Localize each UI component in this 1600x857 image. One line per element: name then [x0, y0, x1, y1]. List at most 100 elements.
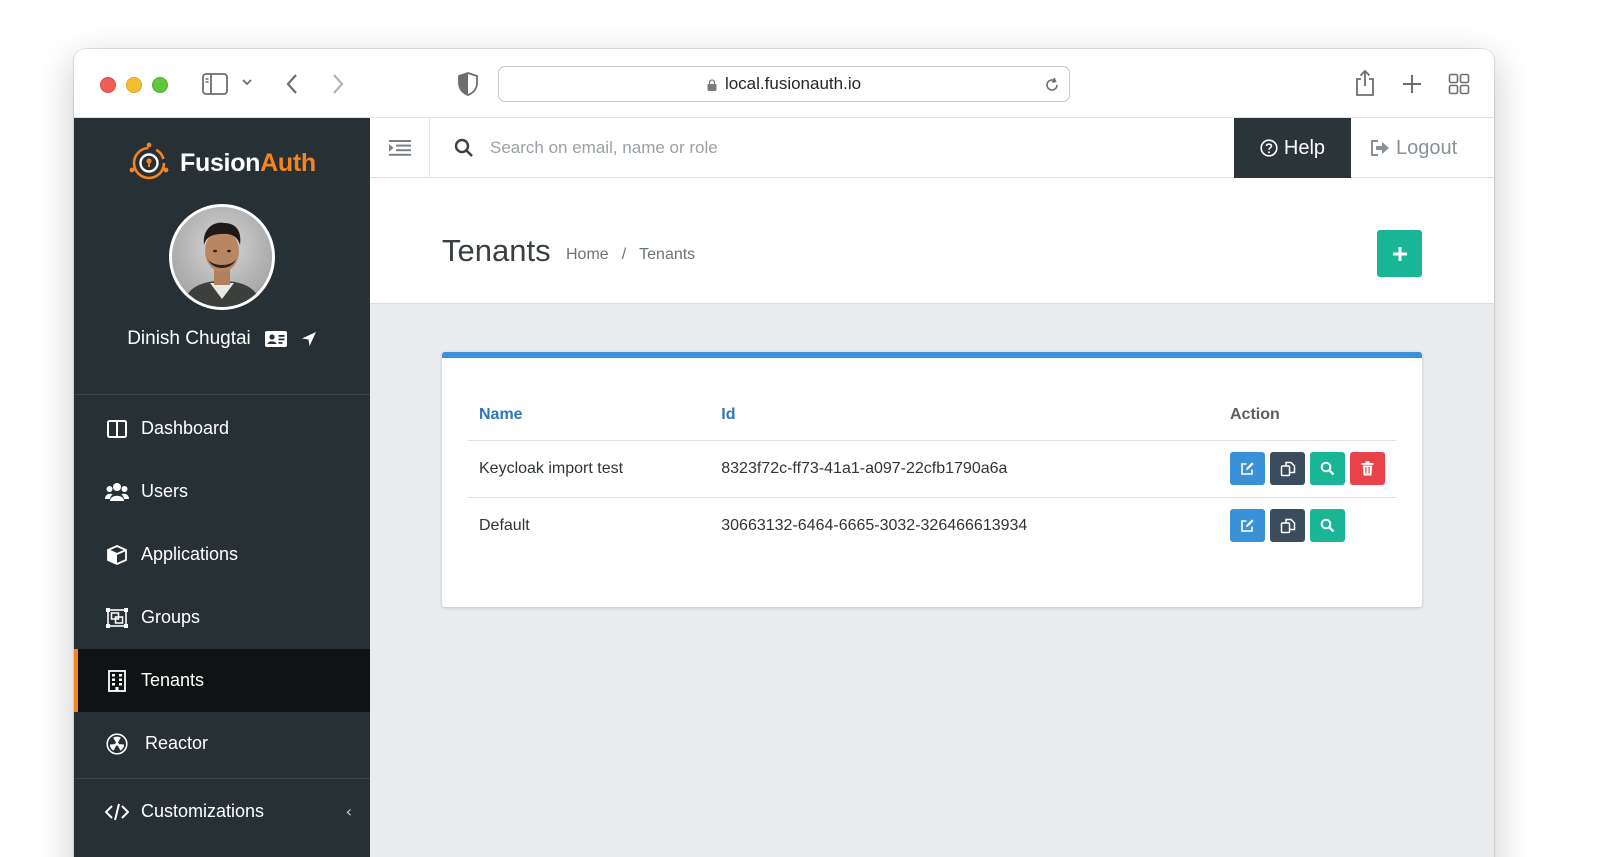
fusionauth-app: FusionAuth Dinish Chugtai Dashboard User…	[74, 118, 1494, 857]
code-icon	[105, 801, 129, 823]
sidebar-item-label: Groups	[141, 607, 201, 627]
shield-icon[interactable]	[457, 71, 479, 97]
browser-toolbar: local.fusionauth.io	[74, 49, 1494, 118]
search-area	[454, 118, 1090, 178]
sidebar-toggle-icon[interactable]	[202, 73, 228, 95]
breadcrumb-home[interactable]: Home	[566, 246, 609, 264]
url-text: local.fusionauth.io	[724, 74, 862, 93]
sidebar-item-tenants[interactable]: Tenants	[74, 649, 370, 712]
radiation-icon	[105, 732, 129, 755]
breadcrumb-separator: /	[621, 246, 627, 263]
location-arrow-icon[interactable]	[301, 331, 317, 347]
fusionauth-logo-icon	[129, 142, 169, 180]
tenants-panel: Name Id Action Keycloak import test 8323…	[442, 352, 1422, 607]
help-label: Help	[1283, 136, 1326, 159]
edit-icon	[1241, 519, 1254, 533]
share-icon[interactable]	[1354, 69, 1376, 97]
sidebar-item-users[interactable]: Users	[74, 460, 370, 523]
search-input[interactable]	[490, 138, 1090, 158]
sidebar-item-label: Reactor	[145, 733, 209, 753]
search-icon	[1320, 518, 1335, 533]
logo-fusion-text: Fusion	[180, 148, 261, 177]
column-header-name[interactable]: Name	[468, 404, 711, 441]
help-button[interactable]: Help	[1234, 118, 1351, 178]
logout-label: Logout	[1396, 136, 1458, 159]
duplicate-button[interactable]	[1270, 509, 1305, 543]
trash-icon	[1361, 461, 1374, 476]
edit-button[interactable]	[1230, 452, 1265, 485]
top-bar: Help Logout	[370, 118, 1494, 178]
row-actions	[1219, 497, 1396, 554]
tenant-name: Default	[479, 516, 530, 534]
tenant-name: Keycloak import test	[468, 440, 711, 498]
question-circle-icon	[1260, 139, 1278, 157]
lock-icon	[707, 79, 717, 91]
table-header-row: Name Id Action	[468, 404, 1396, 441]
forward-arrow-icon[interactable]	[330, 72, 346, 96]
edit-icon	[1241, 462, 1254, 475]
logout-button[interactable]: Logout	[1370, 118, 1457, 178]
table-row: Keycloak import test 8323f72c-ff73-41a1-…	[468, 440, 1396, 498]
add-tenant-button[interactable]	[1377, 230, 1422, 277]
sidebar-item-customizations[interactable]: Customizations ‹	[74, 780, 370, 843]
logo-auth-text: Auth	[260, 148, 316, 177]
chevron-left-icon[interactable]: ‹	[346, 802, 352, 821]
breadcrumb: Home / Tenants	[566, 246, 695, 264]
address-bar[interactable]: local.fusionauth.io	[498, 66, 1070, 102]
menu-toggle-button[interactable]	[370, 118, 430, 178]
tenant-id: 8323f72c-ff73-41a1-a097-22cfb1790a6a	[710, 440, 1219, 498]
page-title: Tenants	[442, 233, 551, 268]
indent-icon	[388, 140, 411, 156]
copy-icon	[1280, 518, 1295, 533]
sidebar-item-label: Dashboard	[141, 418, 230, 438]
table-row: Default 30663132-6464-6665-3032-32646661…	[468, 497, 1396, 554]
edit-button[interactable]	[1230, 509, 1265, 543]
tenants-table: Name Id Action Keycloak import test 8323…	[468, 404, 1396, 554]
sidebar-item-label: Applications	[141, 544, 239, 564]
user-info: Dinish Chugtai	[74, 328, 370, 350]
chevron-down-icon[interactable]	[241, 77, 253, 87]
main-content: Help Logout Tenants Home / Tenants	[370, 118, 1494, 857]
sidebar: FusionAuth Dinish Chugtai Dashboard User…	[74, 118, 370, 857]
sidebar-item-label: Tenants	[141, 670, 205, 690]
search-icon	[454, 138, 473, 157]
view-button[interactable]	[1310, 452, 1345, 485]
sidebar-item-label: Users	[141, 481, 189, 501]
back-arrow-icon[interactable]	[284, 72, 300, 96]
building-icon	[105, 669, 129, 692]
object-group-icon	[105, 607, 129, 629]
sidebar-item-groups[interactable]: Groups	[74, 586, 370, 649]
browser-window: local.fusionauth.io FusionAuth Dinish Ch…	[74, 49, 1494, 857]
tab-overview-icon[interactable]	[1448, 73, 1470, 95]
sidebar-item-applications[interactable]: Applications	[74, 523, 370, 586]
row-actions	[1219, 440, 1396, 498]
page-header: Tenants Home / Tenants	[370, 178, 1494, 304]
close-window-button[interactable]	[100, 77, 116, 93]
id-card-icon[interactable]	[264, 331, 287, 347]
user-name: Dinish Chugtai	[127, 328, 251, 349]
minimize-window-button[interactable]	[126, 77, 142, 93]
plus-icon	[1392, 246, 1407, 261]
view-button[interactable]	[1310, 509, 1345, 543]
copy-icon	[1280, 461, 1295, 476]
duplicate-button[interactable]	[1270, 452, 1305, 485]
tenant-id: 30663132-6464-6665-3032-326466613934	[721, 516, 1028, 534]
delete-button[interactable]	[1350, 452, 1385, 485]
avatar[interactable]	[169, 204, 275, 310]
sidebar-divider	[74, 778, 370, 779]
columns-icon	[105, 418, 129, 440]
sidebar-item-reactor[interactable]: Reactor	[74, 712, 370, 775]
search-icon	[1320, 461, 1335, 476]
users-icon	[105, 481, 129, 503]
sidebar-divider	[74, 394, 370, 395]
sign-out-icon	[1370, 139, 1390, 157]
column-header-action: Action	[1219, 404, 1396, 441]
sidebar-item-label: Customizations	[141, 801, 265, 821]
zoom-window-button[interactable]	[152, 77, 168, 93]
reload-icon[interactable]	[1043, 76, 1061, 94]
sidebar-item-dashboard[interactable]: Dashboard	[74, 397, 370, 460]
fusionauth-logo[interactable]: FusionAuth	[126, 140, 316, 186]
column-header-id[interactable]: Id	[710, 404, 1219, 441]
cube-icon	[105, 544, 129, 566]
new-tab-icon[interactable]	[1401, 73, 1423, 95]
